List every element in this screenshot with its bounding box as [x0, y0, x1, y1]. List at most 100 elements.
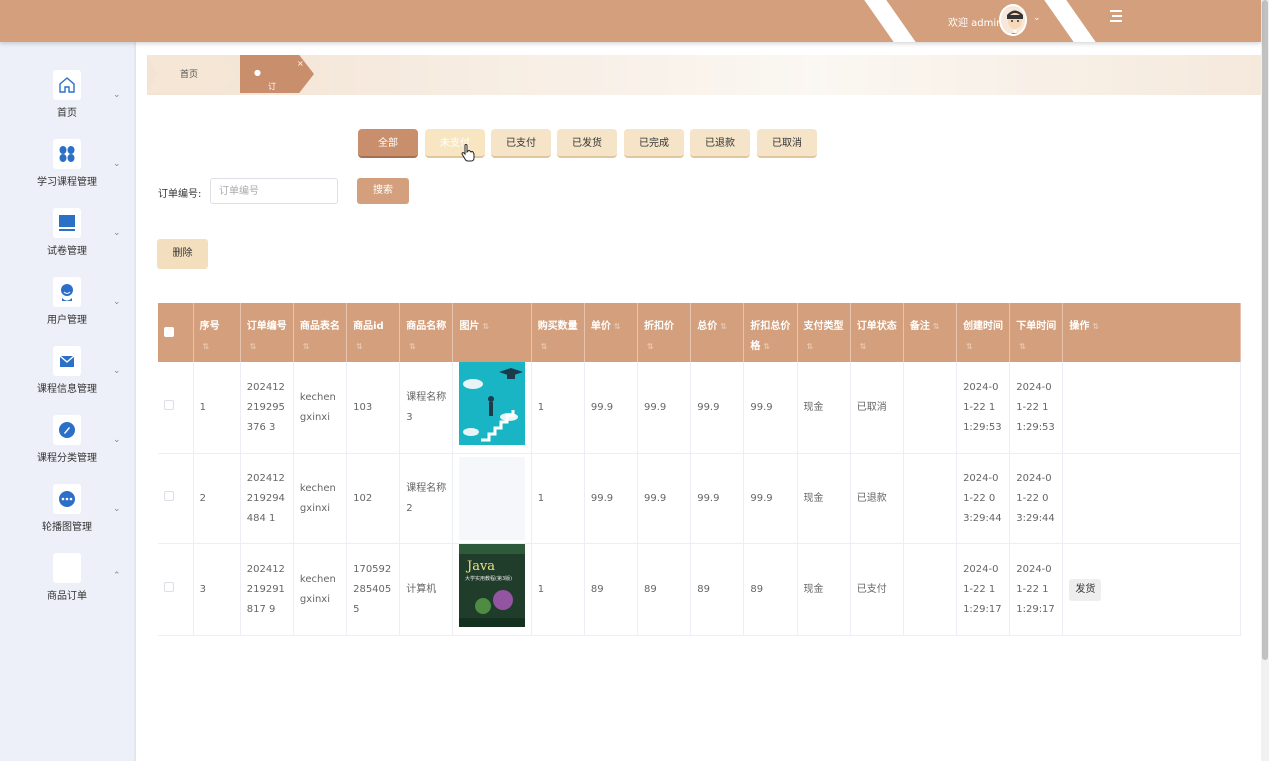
- sidebar-item-carousel[interactable]: 轮播图管理 ⌄: [0, 484, 136, 550]
- col-header[interactable]: 图片 ⇅: [452, 303, 532, 362]
- col-header[interactable]: 商品名称 ⇅: [399, 303, 454, 362]
- scrollbar-thumb[interactable]: [1262, 0, 1268, 660]
- cell-quantity: 1: [531, 453, 585, 544]
- col-header[interactable]: 单价 ⇅: [584, 303, 639, 362]
- tab-label: ● 订单管理: [254, 68, 276, 124]
- home-icon: [53, 70, 81, 100]
- cell-price: 89: [584, 543, 639, 636]
- grid-icon: [53, 139, 81, 169]
- sidebar-item-label: 课程信息管理: [37, 384, 97, 395]
- filter-all-button[interactable]: 全部: [358, 129, 418, 158]
- cell-created: 2024-01-22 11:29:17: [956, 543, 1011, 636]
- ship-button[interactable]: 发货: [1069, 578, 1102, 601]
- decor-stripe: [860, 0, 922, 42]
- tab-order-management[interactable]: ● 订单管理 ×: [240, 55, 314, 93]
- filter-refunded-button[interactable]: 已退款: [690, 129, 750, 158]
- hand-cursor-icon: [461, 144, 475, 162]
- cell-image[interactable]: Java 大学实用教程(第3版): [452, 543, 532, 636]
- cell-goods-name: 课程名称3: [399, 362, 454, 454]
- cell-total: 99.9: [690, 453, 745, 544]
- breadcrumb-home[interactable]: 首页: [147, 55, 237, 93]
- book-cover-java: Java 大学实用教程(第3版): [459, 544, 526, 627]
- col-header[interactable]: 订单编号 ⇅: [240, 303, 294, 362]
- chevron-down-icon[interactable]: ⌄: [1033, 13, 1041, 23]
- close-icon[interactable]: ×: [297, 59, 304, 68]
- sidebar-item-course-category[interactable]: 课程分类管理 ⌄: [0, 415, 136, 481]
- col-header[interactable]: 操作 ⇅: [1062, 303, 1241, 362]
- col-header[interactable]: 购买数量 ⇅: [531, 303, 585, 362]
- cell-discount-total: 99.9: [743, 362, 798, 454]
- filter-unpaid-button[interactable]: 未支付: [425, 129, 485, 158]
- cell-ordered: 2024-01-22 03:29:44: [1009, 453, 1064, 544]
- col-header[interactable]: 商品表名 ⇅: [293, 303, 348, 362]
- search-button[interactable]: 搜索: [357, 178, 409, 204]
- col-header[interactable]: 序号 ⇅: [193, 303, 241, 362]
- filter-cancelled-button[interactable]: 已取消: [757, 129, 817, 158]
- cell-goods-name: 计算机: [399, 543, 454, 636]
- hamburger-menu-icon[interactable]: [1110, 10, 1124, 26]
- cell-total: 99.9: [690, 362, 745, 454]
- select-all-checkbox[interactable]: [158, 303, 194, 362]
- cell-discount-total: 89: [743, 543, 798, 636]
- orders-table: 序号 ⇅ 订单编号 ⇅ 商品表名 ⇅ 商品id ⇅ 商品名称 ⇅ 图片 ⇅ 购买数量 ⇅ 单价…: [158, 303, 1241, 636]
- sidebar-item-label: 试卷管理: [47, 246, 87, 257]
- row-checkbox[interactable]: [158, 362, 194, 454]
- decor-stripe: [1040, 0, 1102, 42]
- sidebar-item-label: 课程分类管理: [37, 453, 97, 464]
- row-checkbox[interactable]: [158, 453, 194, 544]
- filter-shipped-button[interactable]: 已发货: [557, 129, 617, 158]
- col-header[interactable]: 创建时间 ⇅: [956, 303, 1011, 362]
- col-header[interactable]: 折扣总价格 ⇅: [743, 303, 798, 362]
- col-header[interactable]: 商品id ⇅: [346, 303, 401, 362]
- col-header[interactable]: 订单状态 ⇅: [850, 303, 904, 362]
- cell-created: 2024-01-22 11:29:53: [956, 362, 1011, 454]
- avatar[interactable]: [999, 4, 1027, 36]
- envelope-icon: [53, 346, 81, 376]
- sidebar-item-course-info[interactable]: 课程信息管理 ⌄: [0, 346, 136, 412]
- sidebar-item-home[interactable]: 首页 ⌄: [0, 70, 136, 136]
- filter-completed-button[interactable]: 已完成: [624, 129, 684, 158]
- cell-actions: [1062, 453, 1241, 544]
- cell-image[interactable]: [452, 453, 532, 544]
- cell-pay-type: 现金: [797, 362, 851, 454]
- chevron-down-icon: ⌄: [113, 297, 121, 307]
- cell-index: 1: [193, 362, 241, 454]
- cell-goods-name: 课程名称2: [399, 453, 454, 544]
- table-row[interactable]: 2 202412219294484 1 kechengxinxi 102 课程名…: [158, 453, 1241, 544]
- col-header[interactable]: 折扣价 ⇅: [637, 303, 692, 362]
- delete-button[interactable]: 删除: [157, 239, 208, 269]
- chevron-down-icon: ⌄: [113, 228, 121, 238]
- sidebar-item-courses[interactable]: 学习课程管理 ⌄: [0, 139, 136, 205]
- cell-discount-total: 99.9: [743, 453, 798, 544]
- table-row[interactable]: 1 202412219295376 3 kechengxinxi 103 课程名…: [158, 362, 1241, 454]
- cell-ordered: 2024-01-22 11:29:53: [1009, 362, 1064, 454]
- cell-order-no: 202412219294484 1: [240, 453, 294, 544]
- cell-remark: [903, 543, 958, 636]
- filter-paid-button[interactable]: 已支付: [491, 129, 551, 158]
- cell-created: 2024-01-22 03:29:44: [956, 453, 1011, 544]
- cell-goods-id: 1705922854055: [346, 543, 401, 636]
- cell-actions: 发货: [1062, 543, 1241, 636]
- sidebar-item-label: 商品订单: [47, 591, 87, 602]
- page-scrollbar[interactable]: [1261, 0, 1269, 761]
- sidebar-item-users[interactable]: 用户管理 ⌄: [0, 277, 136, 343]
- cell-table-name: kechengxinxi: [293, 543, 348, 636]
- cell-status: 已支付: [850, 543, 904, 636]
- cell-total: 89: [690, 543, 745, 636]
- order-number-input[interactable]: [210, 178, 338, 204]
- col-header[interactable]: 备注 ⇅: [903, 303, 958, 362]
- cell-remark: [903, 453, 958, 544]
- sidebar-item-label: 学习课程管理: [37, 177, 97, 188]
- sidebar-item-label: 用户管理: [47, 315, 87, 326]
- cell-pay-type: 现金: [797, 453, 851, 544]
- col-header[interactable]: 支付类型 ⇅: [797, 303, 851, 362]
- sidebar-item-exams[interactable]: 试卷管理 ⌄: [0, 208, 136, 274]
- col-header[interactable]: 总价 ⇅: [690, 303, 745, 362]
- col-header[interactable]: 下单时间 ⇅: [1009, 303, 1064, 362]
- cell-remark: [903, 362, 958, 454]
- table-row[interactable]: 3 202412219291817 9 kechengxinxi 1705922…: [158, 543, 1241, 636]
- sidebar-item-orders[interactable]: 商品订单 ⌃: [0, 553, 136, 619]
- cell-image[interactable]: [452, 362, 532, 454]
- top-header: 欢迎 admin ⌄: [0, 0, 1261, 42]
- row-checkbox[interactable]: [158, 543, 194, 636]
